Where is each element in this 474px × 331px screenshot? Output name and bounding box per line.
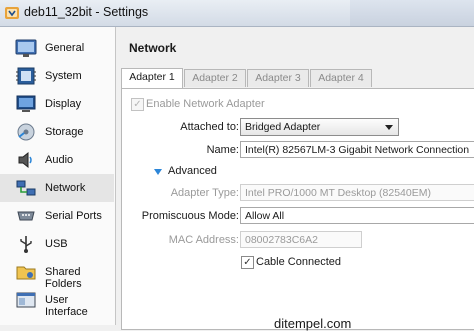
adapter-panel: ✓ Enable Network Adapter Attached to: Br… (121, 88, 474, 331)
tab-adapter-1[interactable]: Adapter 1 (121, 68, 183, 88)
adapter-type-field[interactable]: Intel PRO/1000 MT Desktop (82540EM) (240, 184, 474, 201)
attached-to-label: Attached to: (180, 121, 239, 133)
attached-to-dropdown[interactable]: Bridged Adapter (240, 118, 399, 136)
sidebar-item-storage[interactable]: Storage (0, 118, 114, 146)
cable-connected-checkbox[interactable]: ✓ (241, 256, 254, 269)
sidebar-item-general[interactable]: General (0, 34, 114, 62)
sidebar-item-label: User Interface (45, 294, 88, 318)
window-title: deb11_32bit - Settings (24, 5, 149, 19)
sidebar-item-label: Display (45, 98, 82, 110)
user-interface-icon (16, 292, 36, 308)
serial-ports-icon (17, 211, 35, 221)
advanced-expand-icon[interactable] (154, 169, 162, 175)
tab-adapter-3[interactable]: Adapter 3 (247, 69, 309, 87)
mac-address-label: MAC Address: (168, 234, 239, 246)
sidebar-item-label: Storage (45, 126, 84, 138)
tab-adapter-2[interactable]: Adapter 2 (184, 69, 246, 87)
sidebar-item-label: System (45, 70, 82, 82)
audio-icon (18, 151, 32, 169)
settings-sidebar: General System Display Storage Audio Net… (0, 27, 116, 325)
sidebar-item-system[interactable]: System (0, 62, 114, 90)
enable-adapter-checkbox[interactable]: ✓ (131, 98, 144, 111)
display-icon (16, 95, 36, 112)
mac-address-field[interactable]: 08002783C6A2 (240, 231, 362, 248)
enable-adapter-label: Enable Network Adapter (146, 98, 265, 110)
sidebar-item-label: Serial Ports (45, 210, 102, 222)
sidebar-item-display[interactable]: Display (0, 90, 114, 118)
sidebar-item-label: Network (45, 182, 86, 194)
promiscuous-mode-label: Promiscuous Mode: (141, 210, 239, 222)
attached-to-value: Bridged Adapter (245, 121, 321, 133)
usb-icon (20, 236, 32, 253)
promiscuous-mode-field[interactable]: Allow All (240, 207, 474, 224)
virtualbox-app-icon (5, 7, 19, 19)
name-label: Name: (206, 144, 239, 156)
name-field[interactable]: Intel(R) 82567LM-3 Gigabit Network Conne… (240, 141, 474, 158)
shared-folders-icon (16, 266, 36, 280)
sidebar-item-label: Audio (45, 154, 74, 166)
system-icon (16, 67, 36, 85)
network-icon (16, 180, 36, 196)
title-bar: deb11_32bit - Settings (0, 0, 474, 27)
settings-main: Network Adapter 1 Adapter 2 Adapter 3 Ad… (116, 27, 474, 331)
tab-adapter-4[interactable]: Adapter 4 (310, 69, 372, 87)
general-icon (15, 39, 37, 57)
watermark-text: ditempel.com (274, 316, 352, 331)
sidebar-item-user-interface[interactable]: User Interface (0, 286, 114, 318)
cable-connected-label: Cable Connected (256, 256, 342, 268)
title-bar-controls-area (350, 0, 474, 26)
advanced-toggle-label[interactable]: Advanced (168, 165, 217, 177)
sidebar-item-label: General (45, 42, 85, 54)
page-title: Network (129, 41, 177, 55)
storage-icon (17, 123, 35, 141)
adapter-type-label: Adapter Type: (170, 187, 239, 199)
chevron-down-icon (385, 125, 393, 130)
sidebar-item-usb[interactable]: USB (0, 230, 114, 258)
sidebar-item-shared-folders[interactable]: Shared Folders (0, 258, 114, 290)
sidebar-item-audio[interactable]: Audio (0, 146, 114, 174)
sidebar-item-serial-ports[interactable]: Serial Ports (0, 202, 114, 230)
sidebar-item-network[interactable]: Network (0, 174, 114, 202)
sidebar-item-label: USB (45, 238, 68, 250)
